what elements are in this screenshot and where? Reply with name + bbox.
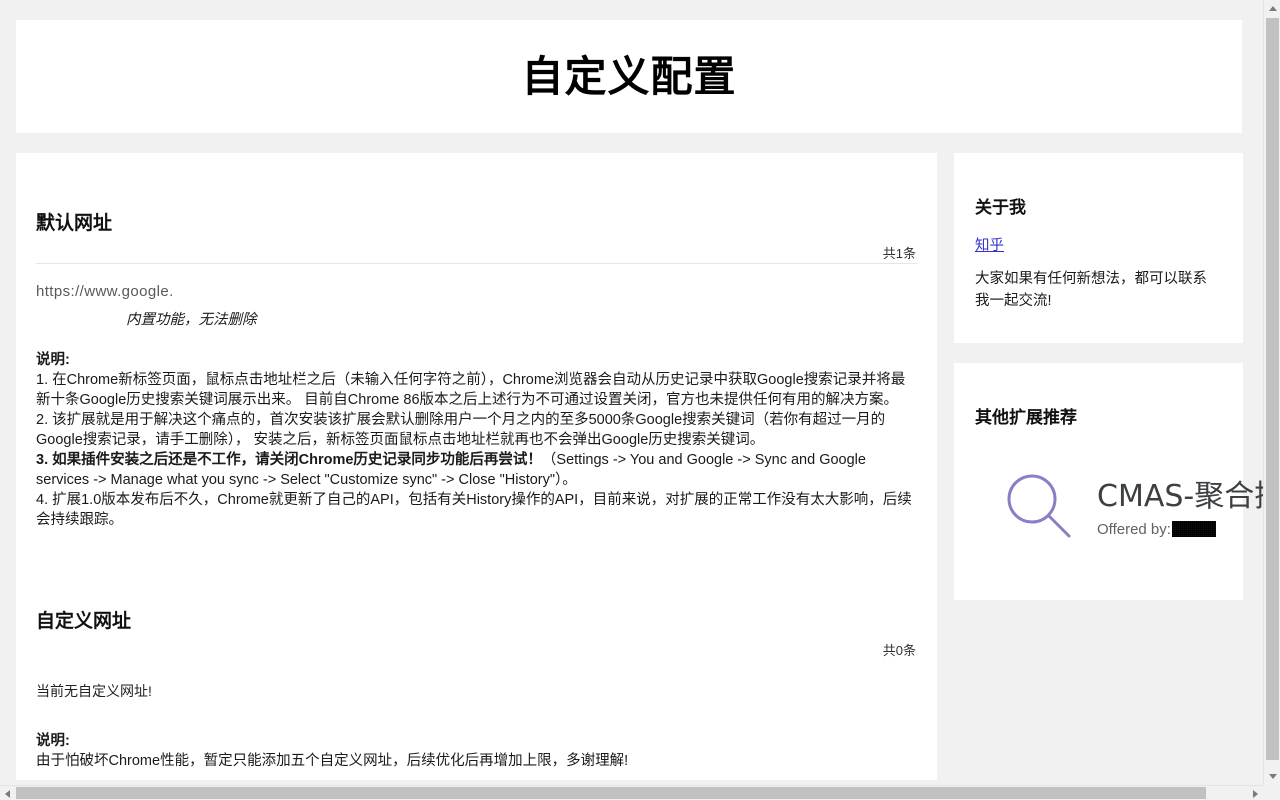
scrollbar-corner	[1263, 785, 1280, 800]
default-url-heading: 默认网址	[36, 213, 113, 234]
vertical-scrollbar-thumb[interactable]	[1266, 18, 1279, 760]
default-url-builtin-note: 内置功能，无法删除	[126, 312, 257, 328]
caret-up-icon[interactable]	[1269, 6, 1277, 11]
recommend-card: 其他扩展推荐 CMAS-聚合搜 Offered by:	[954, 363, 1263, 600]
horizontal-scrollbar-thumb[interactable]	[16, 787, 1206, 799]
default-url-value: https://www.google.	[36, 283, 174, 300]
zhihu-link[interactable]: 知乎	[975, 234, 1004, 255]
custom-url-description-text: 由于怕破坏Chrome性能，暂定只能添加五个自定义网址，后续优化后再增加上限，多…	[36, 753, 629, 769]
about-me-text: 大家如果有任何新想法，都可以联系我一起交流!	[975, 271, 1207, 309]
custom-url-description: 说明: 由于怕破坏Chrome性能，暂定只能添加五个自定义网址，后续优化后再增加…	[36, 731, 917, 771]
main-content-card: 默认网址 共1条 https://www.google. 内置功能，无法删除 说…	[16, 153, 937, 780]
page-title: 自定义配置	[521, 52, 737, 100]
recommended-extension-name: CMAS-聚合搜	[1097, 478, 1263, 514]
custom-url-count: 共0条	[882, 643, 916, 658]
default-url-description-line-3-bold: 3. 如果插件安装之后还是不工作，请关闭Chrome历史记录同步功能后再尝试！	[36, 452, 542, 468]
recommend-heading: 其他扩展推荐	[975, 408, 1077, 427]
caret-left-icon[interactable]	[5, 790, 10, 798]
default-url-description-line-2: 2. 该扩展就是用于解决这个痛点的，首次安装该扩展会默认删除用户一个月之内的至多…	[36, 412, 886, 448]
page-viewport: 自定义配置 默认网址 共1条 https://www.google. 内置功能，…	[0, 0, 1263, 785]
recommended-extension-item[interactable]: CMAS-聚合搜 Offered by:	[999, 468, 1263, 548]
custom-url-description-title: 说明:	[36, 733, 70, 749]
default-url-description-line-4: 4. 扩展1.0版本发布后不久，Chrome就更新了自己的API，包括有关His…	[36, 492, 912, 528]
about-me-card: 关于我 知乎 大家如果有任何新想法，都可以联系我一起交流!	[954, 153, 1243, 343]
custom-url-heading: 自定义网址	[36, 611, 132, 632]
magnifier-icon	[1007, 474, 1071, 538]
about-me-heading: 关于我	[975, 198, 1026, 217]
default-url-description-title: 说明:	[36, 352, 70, 368]
caret-right-icon[interactable]	[1253, 790, 1258, 798]
caret-down-icon[interactable]	[1269, 774, 1277, 779]
recommended-extension-offered-by: Offered by:	[1097, 521, 1263, 538]
recommended-extension-meta: CMAS-聚合搜 Offered by:	[1097, 479, 1263, 538]
horizontal-scrollbar[interactable]	[0, 785, 1263, 800]
default-url-divider	[36, 263, 917, 264]
vertical-scrollbar[interactable]	[1263, 0, 1280, 785]
offered-by-redacted-value	[1171, 521, 1216, 537]
default-url-count: 共1条	[882, 246, 916, 261]
default-url-description-line-3: 3. 如果插件安装之后还是不工作，请关闭Chrome历史记录同步功能后再尝试！（…	[36, 450, 917, 490]
header-card: 自定义配置	[16, 20, 1242, 133]
custom-url-empty-text: 当前无自定义网址!	[36, 683, 152, 699]
default-url-description: 说明: 1. 在Chrome新标签页面，鼠标点击地址栏之后（未输入任何字符之前）…	[36, 350, 917, 530]
offered-by-label: Offered by:	[1097, 520, 1171, 538]
default-url-description-line-1: 1. 在Chrome新标签页面，鼠标点击地址栏之后（未输入任何字符之前），Chr…	[36, 372, 906, 408]
page-content: 自定义配置 默认网址 共1条 https://www.google. 内置功能，…	[0, 0, 1263, 780]
